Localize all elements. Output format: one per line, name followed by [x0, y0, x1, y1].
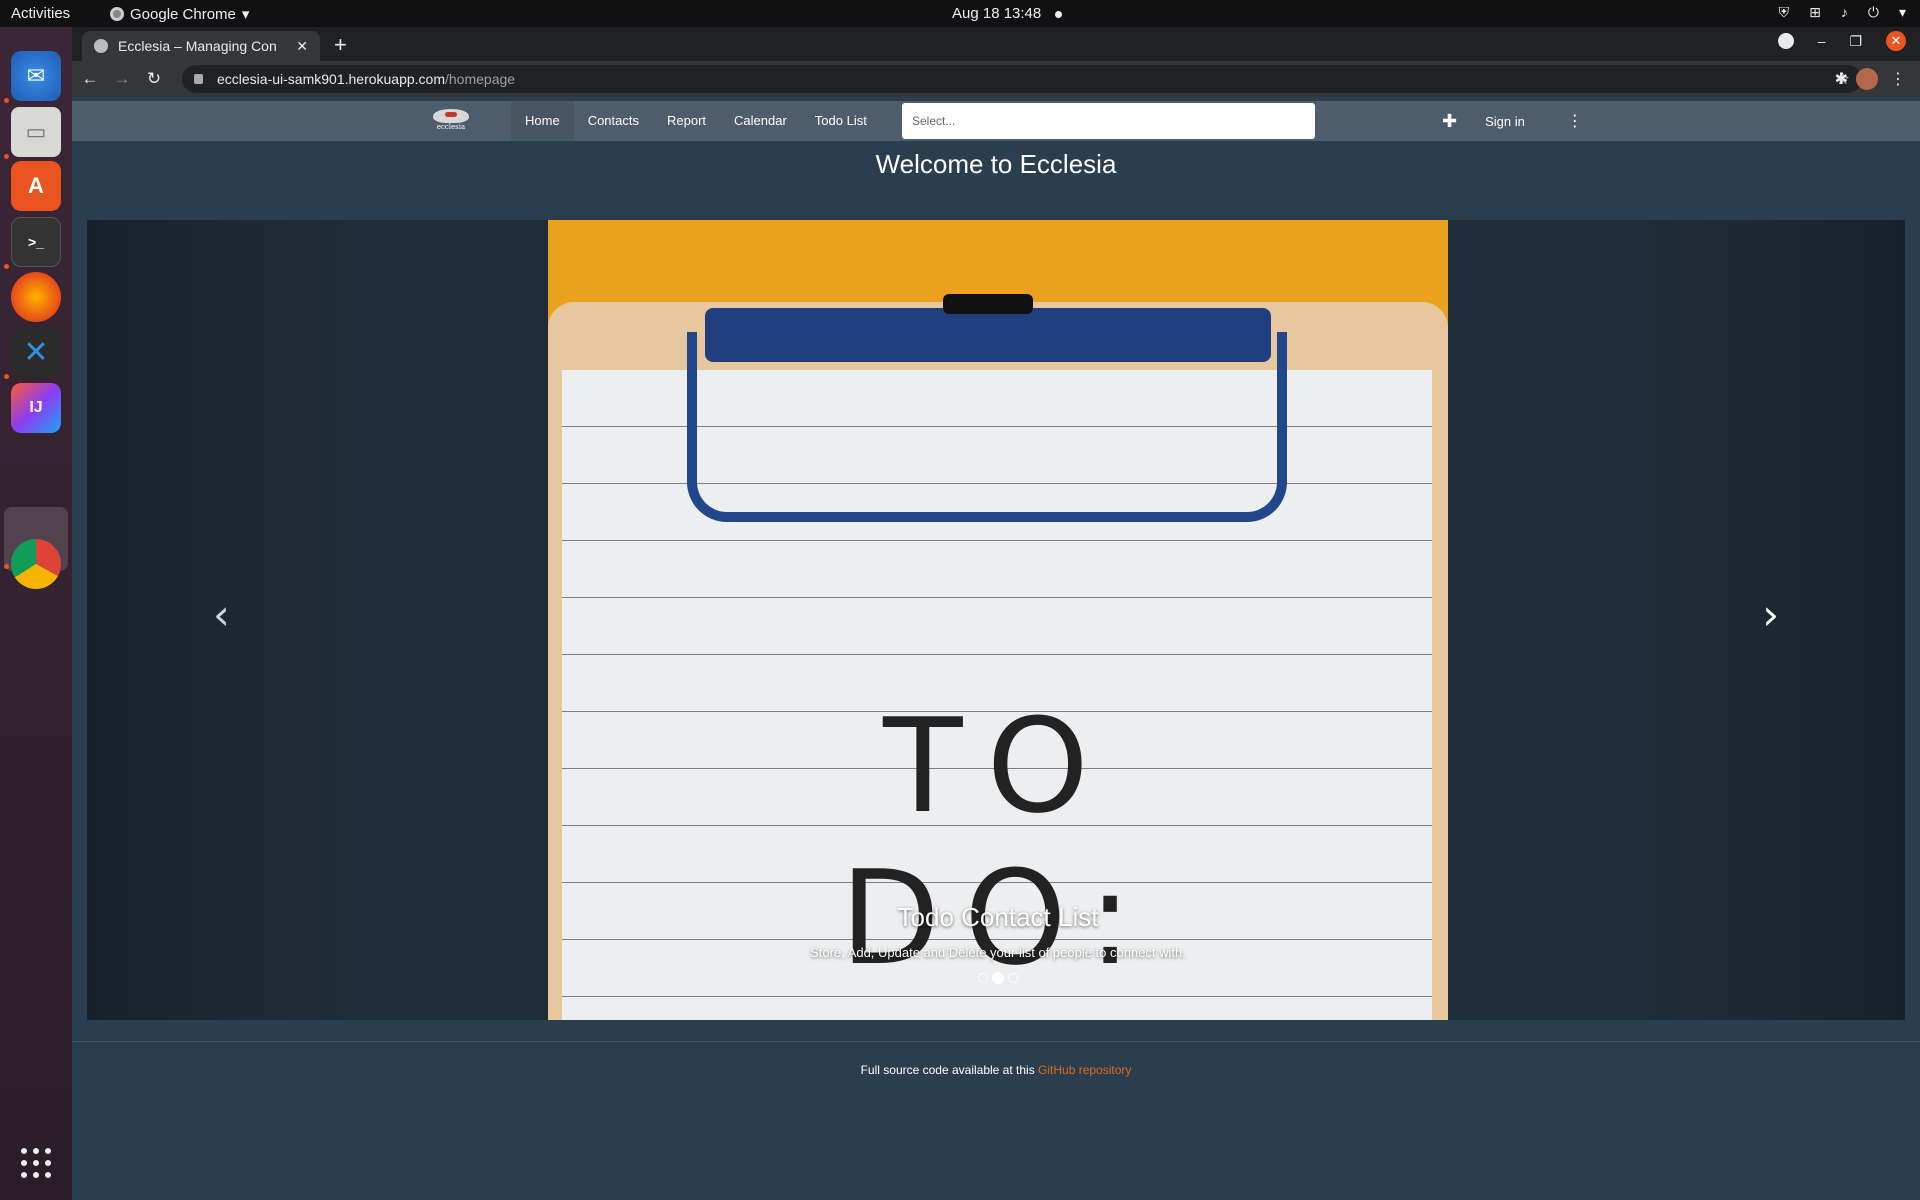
chevron-down-icon: ▾ [1898, 4, 1906, 20]
clock-label: Aug 18 13:48 [952, 5, 1042, 22]
slide-caption: Todo Contact List Store, Add, Update and… [548, 902, 1448, 960]
more-options-icon[interactable]: ⋮ [1567, 111, 1583, 131]
app-menu-label: Google Chrome [130, 5, 236, 23]
clock[interactable]: Aug 18 13:48 [952, 5, 1063, 22]
carousel-indicator-1[interactable] [978, 973, 988, 983]
running-indicator [4, 264, 9, 269]
system-top-bar: Activities Google Chrome ▾ Aug 18 13:48 … [0, 0, 1920, 27]
nav-todo-list[interactable]: Todo List [801, 101, 881, 141]
clip-bar [705, 308, 1271, 362]
nav-links: Home Contacts Report Calendar Todo List [511, 101, 881, 141]
shield-icon: ⛨ [1778, 4, 1790, 20]
carousel-prev-icon[interactable]: ‹ [213, 590, 230, 639]
web-page: ecclesia Home Contacts Report Calendar T… [72, 97, 1920, 1200]
network-icon: ⊞ [1809, 4, 1821, 20]
carousel-indicator-2[interactable] [992, 972, 1004, 984]
forward-icon[interactable]: → [106, 69, 138, 89]
add-icon[interactable]: ✚ [1442, 111, 1457, 132]
page-title: Welcome to Ecclesia [875, 149, 1117, 179]
thunderbird-icon[interactable]: ✉ [11, 51, 61, 101]
running-indicator [4, 564, 9, 569]
extensions-icon[interactable]: ✱ [1835, 69, 1848, 89]
show-applications-icon[interactable] [21, 1148, 51, 1178]
browser-toolbar: ← → ↻ ecclesia-ui-samk901.herokuapp.com /… [72, 61, 1920, 97]
carousel-indicators [548, 972, 1448, 984]
power-icon: ⏻ [1867, 4, 1879, 20]
close-window-icon[interactable]: ✕ [1886, 31, 1906, 51]
app-menu[interactable]: Google Chrome ▾ [110, 5, 249, 23]
software-center-icon[interactable]: A [11, 161, 61, 211]
new-tab-button[interactable]: + [334, 32, 347, 58]
footer-text: Full source code available at this [860, 1063, 1039, 1077]
slide-caption-text: Store, Add, Update and Delete your list … [810, 945, 1186, 960]
dock: ✉ ▭ A >_ ✕ IJ [0, 27, 72, 1200]
carousel: TO DO: Todo Contact List Store, Add, Upd… [87, 220, 1905, 1020]
notification-dot-icon [1055, 10, 1063, 18]
chrome-small-icon [110, 7, 124, 21]
system-tray[interactable]: ⛨ ⊞ ♪ ⏻ ▾ [1779, 4, 1906, 21]
window-controls: – ❐ ✕ [1777, 31, 1906, 51]
url-host: ecclesia-ui-samk901.herokuapp.com [217, 71, 445, 87]
files-icon[interactable]: ▭ [11, 107, 61, 157]
search-select[interactable]: Select... [902, 103, 1315, 139]
navbar-right: ✚ Sign in ⋮ [1442, 101, 1583, 141]
lock-icon[interactable] [194, 74, 203, 84]
site-navbar: ecclesia Home Contacts Report Calendar T… [72, 101, 1920, 141]
close-tab-icon[interactable]: ✕ [296, 38, 308, 55]
nav-home[interactable]: Home [511, 101, 574, 141]
logo-text: ecclesia [436, 123, 466, 131]
carousel-indicator-3[interactable] [1008, 973, 1018, 983]
running-indicator [4, 374, 9, 379]
clip-top [943, 294, 1033, 314]
github-repository-link[interactable]: GitHub repository [1038, 1063, 1131, 1077]
activities-button[interactable]: Activities [11, 5, 70, 22]
tab-title: Ecclesia – Managing Con [118, 38, 277, 54]
nav-calendar[interactable]: Calendar [720, 101, 801, 141]
chrome-menu-icon[interactable]: ⋮ [1890, 69, 1906, 89]
firefox-icon[interactable] [11, 272, 61, 322]
globe-icon [94, 39, 108, 53]
browser-tab[interactable]: Ecclesia – Managing Con ✕ [82, 31, 320, 61]
reload-icon[interactable]: ↻ [138, 69, 170, 89]
intellij-icon[interactable]: IJ [11, 383, 61, 433]
running-indicator [4, 154, 9, 159]
footer: Full source code available at this GitHu… [72, 1063, 1920, 1077]
profile-avatar[interactable] [1856, 68, 1878, 90]
nav-contacts[interactable]: Contacts [574, 101, 653, 141]
tab-strip: Ecclesia – Managing Con ✕ + – ❐ ✕ [72, 27, 1920, 61]
minimize-icon[interactable]: – [1818, 33, 1826, 49]
volume-icon: ♪ [1840, 4, 1848, 20]
carousel-slide: TO DO: Todo Contact List Store, Add, Upd… [548, 220, 1448, 1020]
back-icon[interactable]: ← [74, 69, 106, 89]
url-path: /homepage [445, 71, 516, 87]
tab-search-icon[interactable] [1777, 33, 1794, 49]
vscode-icon[interactable]: ✕ [11, 327, 61, 377]
footer-divider [72, 1041, 1920, 1042]
address-bar[interactable]: ecclesia-ui-samk901.herokuapp.com/homepa… [182, 65, 1862, 93]
ecclesia-logo[interactable]: ecclesia [428, 107, 474, 135]
carousel-next-icon[interactable]: › [1762, 590, 1779, 639]
running-indicator [4, 98, 9, 103]
terminal-icon[interactable]: >_ [11, 217, 61, 267]
slide-caption-title: Todo Contact List [897, 902, 1099, 932]
restore-icon[interactable]: ❐ [1849, 33, 1862, 50]
chevron-down-icon: ▾ [241, 6, 250, 23]
chrome-icon[interactable] [11, 539, 61, 589]
sign-in-link[interactable]: Sign in [1485, 114, 1525, 129]
logo-graphic [433, 109, 469, 123]
nav-report[interactable]: Report [653, 101, 720, 141]
